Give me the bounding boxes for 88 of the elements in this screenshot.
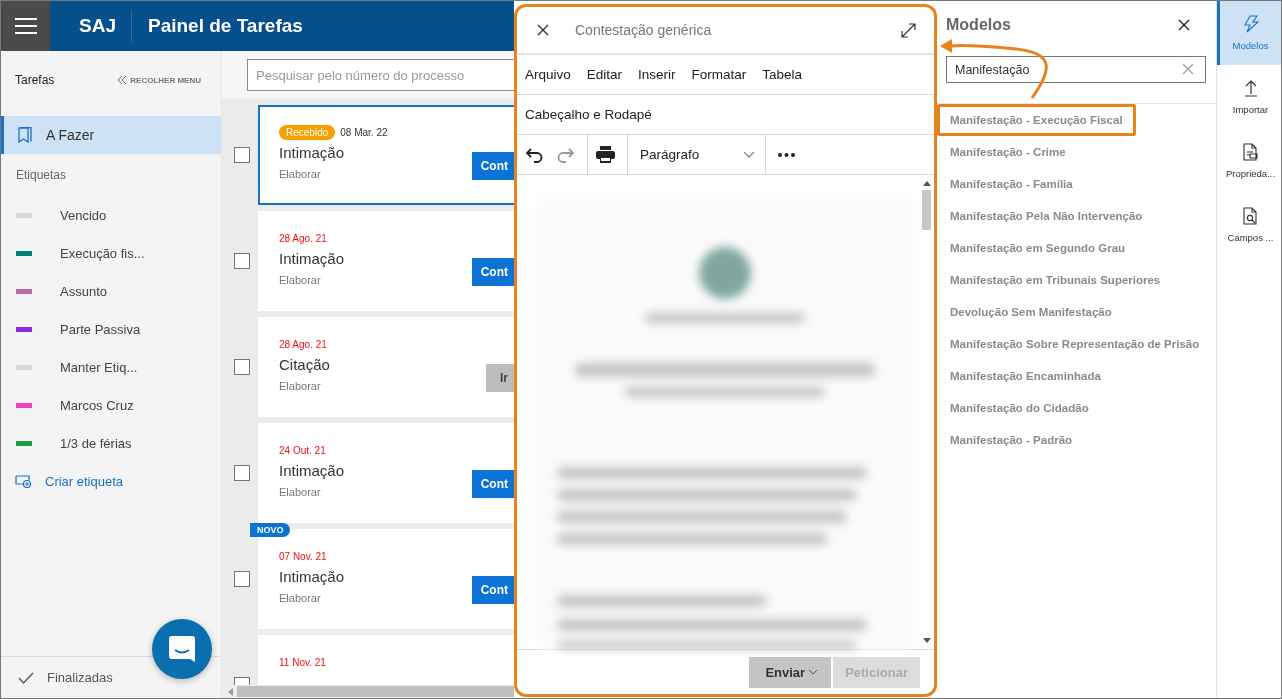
task-subtitle: Elaborar: [279, 592, 322, 604]
expand-icon: [901, 22, 916, 38]
more-icon: [778, 152, 795, 157]
document-title: Contestação genérica: [575, 22, 713, 38]
menu-item[interactable]: Formatar: [691, 67, 747, 82]
task-card[interactable]: Recebido 08 Mar. 22 Intimação Elaborar Cont: [258, 105, 514, 205]
task-date: 24 Out. 21: [279, 444, 326, 456]
menu-item[interactable]: Arquivo: [525, 67, 571, 82]
task-date: 28 Ago. 21: [279, 232, 327, 244]
close-button[interactable]: [1178, 19, 1190, 31]
task-card[interactable]: 24 Out. 21 Intimação Elaborar Cont: [258, 423, 514, 523]
tags-heading: Etiquetas: [15, 167, 68, 184]
menu-button[interactable]: [1, 1, 50, 51]
task-card[interactable]: 28 Ago. 21 Intimação Elaborar Cont: [258, 211, 514, 311]
task-subtitle: Elaborar: [279, 274, 322, 286]
search-field[interactable]: Manifestação: [946, 56, 1206, 83]
model-item[interactable]: Devolução Sem Manifestação: [937, 296, 1125, 328]
task-card[interactable]: 11 Nov. 21: [258, 635, 514, 685]
sidebar-heading: Tarefas: [15, 73, 55, 87]
task-title: Intimação: [279, 144, 346, 161]
task-date: 28 Ago. 21: [279, 338, 327, 350]
task-subtitle: Elaborar: [279, 380, 322, 392]
rail-tab[interactable]: Campos ...: [1217, 193, 1281, 257]
task-title: Intimação: [279, 568, 346, 585]
rail-tab[interactable]: Modelos: [1217, 1, 1281, 65]
chat-icon: [168, 635, 196, 663]
chevron-down-icon: [808, 669, 819, 675]
scroll-up-icon[interactable]: [922, 181, 931, 186]
tag-label[interactable]: 1/3 de férias: [60, 435, 132, 451]
new-flag: NOVO: [250, 523, 290, 537]
rail-tab[interactable]: Proprieda...: [1217, 129, 1281, 193]
upload-icon: [1243, 79, 1258, 97]
scrollbar-thumb[interactable]: [922, 190, 931, 230]
document-icon: [1243, 143, 1258, 161]
menu-item[interactable]: Inserir: [638, 67, 676, 82]
scroll-down-icon[interactable]: [922, 638, 931, 643]
task-date: 08 Mar. 22: [340, 126, 388, 138]
tag-label[interactable]: Assunto: [60, 283, 107, 299]
create-tag-link[interactable]: Criar etiqueta: [1, 466, 221, 496]
undo-icon: [525, 145, 543, 164]
task-date: 11 Nov. 21: [279, 656, 326, 668]
tag-add-icon: [15, 474, 32, 488]
bookmark-icon: [18, 127, 32, 143]
tag-label[interactable]: Execução fis...: [60, 245, 145, 261]
undo-button[interactable]: [525, 145, 543, 164]
menu-item[interactable]: Editar: [586, 67, 623, 82]
tag-label[interactable]: Manter Etiq...: [60, 359, 138, 375]
task-subtitle: Elaborar: [279, 168, 322, 180]
panel-title: Modelos: [946, 16, 1011, 34]
menu-item[interactable]: Tabela: [762, 67, 803, 82]
page-title: Painel de Tarefas: [147, 15, 303, 37]
model-item[interactable]: Manifestação Pela Não Intervenção: [937, 200, 1156, 232]
rail-tab[interactable]: Importar: [1217, 65, 1281, 129]
task-action-button[interactable]: Cont: [471, 576, 514, 604]
task-title: Citação: [279, 356, 331, 373]
task-action-button[interactable]: Cont: [471, 470, 514, 498]
clear-icon[interactable]: [1182, 63, 1194, 75]
document-search-icon: [1243, 207, 1258, 225]
task-action-button[interactable]: Cont: [471, 152, 514, 180]
menu-icon: [14, 18, 37, 34]
lightning-icon: [1242, 15, 1259, 33]
collapse-menu-link[interactable]: RECOLHER MENU: [118, 75, 201, 85]
scroll-left-icon: [228, 687, 233, 696]
tag-label[interactable]: Marcos Cruz: [60, 397, 134, 413]
paragraph-style-dropdown[interactable]: Parágrafo: [628, 135, 766, 174]
print-button[interactable]: [596, 146, 615, 163]
close-button[interactable]: [537, 24, 549, 36]
status-badge: Recebido: [279, 124, 336, 140]
tag-label[interactable]: Vencido: [60, 207, 107, 223]
app-logo: SAJ: [64, 10, 132, 42]
menu-item[interactable]: Cabeçalho e Rodapé: [525, 107, 652, 122]
search-field[interactable]: Pesquisar pelo número do processo: [247, 59, 514, 91]
printer-icon: [596, 146, 615, 163]
close-icon: [537, 24, 549, 36]
tag-label[interactable]: Parte Passiva: [60, 321, 141, 337]
double-chevron-icon: [118, 76, 128, 84]
task-date: 07 Nov. 21: [279, 550, 327, 562]
task-title: Intimação: [279, 462, 346, 479]
expand-button[interactable]: [901, 22, 916, 38]
task-action-button[interactable]: Cont: [471, 258, 514, 286]
check-icon: [18, 671, 34, 684]
chevron-down-icon: [743, 151, 755, 158]
task-subtitle: Elaborar: [279, 486, 322, 498]
sidebar-item[interactable]: A Fazer: [1, 116, 221, 154]
close-icon: [1178, 19, 1190, 31]
task-title: Intimação: [279, 250, 346, 267]
send-dropdown-button[interactable]: Enviar: [749, 656, 832, 688]
redo-icon: [557, 145, 575, 164]
